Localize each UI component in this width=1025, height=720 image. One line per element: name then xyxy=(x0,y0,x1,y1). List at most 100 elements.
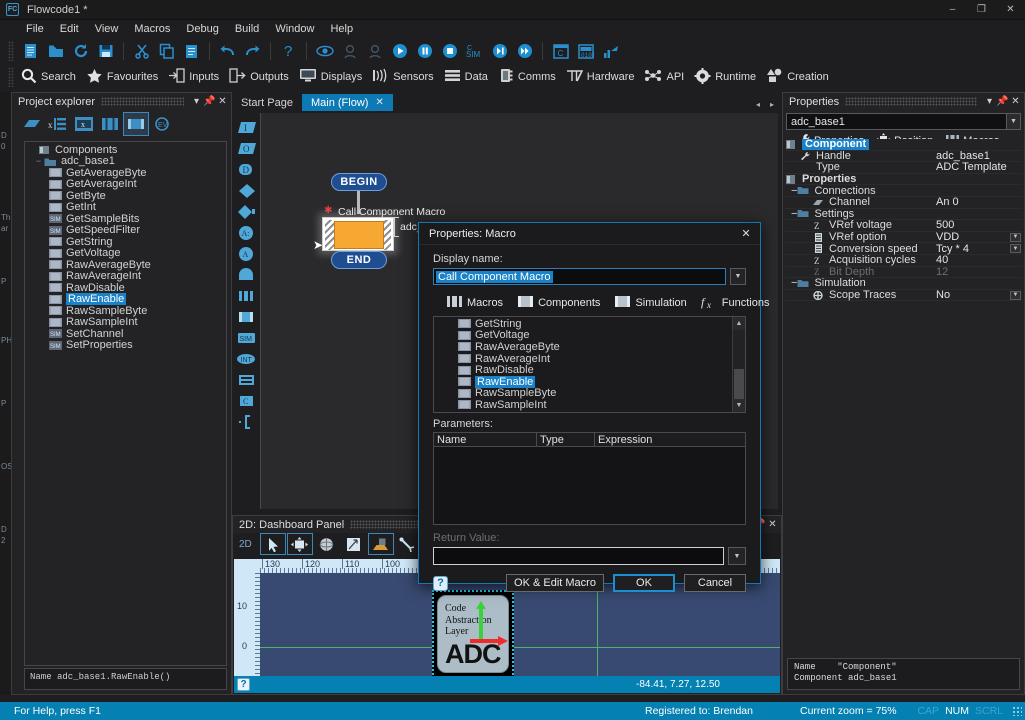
select-cursor-icon[interactable] xyxy=(261,534,285,554)
property-row-vref-option[interactable]: VRef option VDD ▼ xyxy=(785,232,1022,244)
run-play-icon[interactable] xyxy=(387,39,412,63)
tree-item-macro[interactable]: SIMGetSampleBits xyxy=(27,213,226,225)
decision-block-icon[interactable] xyxy=(235,180,259,201)
display-name-field[interactable]: Call Component Macro ▼ xyxy=(433,268,746,285)
menu-item-build[interactable]: Build xyxy=(227,21,267,37)
dialog-tab-simulation[interactable]: Simulation xyxy=(609,293,691,313)
api-button[interactable]: API xyxy=(641,65,691,89)
macro-list-scrollbar[interactable]: ▲ ▼ xyxy=(732,317,745,412)
help-question-icon[interactable]: ? xyxy=(237,678,250,691)
tree-item-macro[interactable]: GetVoltage xyxy=(27,248,226,260)
tree-item-macro[interactable]: SIMSetChannel xyxy=(27,328,226,340)
compile-c-icon[interactable]: C xyxy=(548,39,573,63)
macro-list-item[interactable]: RawDisable xyxy=(436,364,731,376)
panel-drag-dots[interactable] xyxy=(101,97,184,106)
toolbar-grip[interactable] xyxy=(8,41,14,61)
input-block-icon[interactable]: I xyxy=(235,117,259,138)
comment-block-icon[interactable] xyxy=(235,369,259,390)
chevron-down-icon[interactable]: ▼ xyxy=(1010,244,1021,253)
delay-block-icon[interactable]: D xyxy=(235,159,259,180)
tab-next-button[interactable]: ▸ xyxy=(766,97,778,111)
ghost-step-into-icon[interactable] xyxy=(337,39,362,63)
c-code-block-icon[interactable]: C xyxy=(235,390,259,411)
ok-button[interactable]: OK xyxy=(613,574,675,592)
chevron-down-icon[interactable]: ▼ xyxy=(1010,233,1021,242)
tree-item-macro[interactable]: RawSampleInt xyxy=(27,317,226,329)
pause-icon[interactable] xyxy=(412,39,437,63)
macro-list-item-selected[interactable]: RawEnable xyxy=(436,376,731,388)
macro-list-item[interactable]: GetVoltage xyxy=(436,330,731,342)
panel-tool-components-icon[interactable] xyxy=(124,113,148,135)
tree-item-macro[interactable]: SIMGetSpeedFilter xyxy=(27,225,226,237)
chevron-down-icon[interactable]: ▼ xyxy=(1010,291,1021,300)
tree-item-macro[interactable]: GetByte xyxy=(27,190,226,202)
tab-main-flow[interactable]: Main (Flow) ✕ xyxy=(302,94,393,111)
minimize-button[interactable]: – xyxy=(938,0,967,20)
breakpoint-marker-icon[interactable]: ✱ xyxy=(324,205,332,216)
resize-grip[interactable] xyxy=(1012,706,1022,716)
tree-item-macro-rawenable[interactable]: RawEnable xyxy=(27,294,226,306)
move-object-icon[interactable] xyxy=(288,534,312,554)
tree-item-macro[interactable]: SIMSetProperties xyxy=(27,340,226,352)
macro-list-item[interactable]: RawAverageByte xyxy=(436,341,731,353)
tree-item-macro[interactable]: GetAverageInt xyxy=(27,179,226,191)
step-over-icon[interactable] xyxy=(512,39,537,63)
dialog-tab-components[interactable]: Components xyxy=(512,293,605,313)
column-header-name[interactable]: Name xyxy=(434,433,537,446)
cut-icon[interactable] xyxy=(129,39,154,63)
property-row-scope-traces[interactable]: Scope Traces No ▼ xyxy=(785,290,1022,302)
chevron-down-icon[interactable]: ▼ xyxy=(728,547,746,565)
toolbar-grip[interactable] xyxy=(8,67,14,87)
connection-block-icon[interactable] xyxy=(235,411,259,432)
project-tree[interactable]: Components − adc_base1 GetAverageByte Ge… xyxy=(24,141,227,666)
panel-drag-dots[interactable] xyxy=(845,97,977,106)
outputs-button[interactable]: Outputs xyxy=(226,65,296,89)
panel-tool-constants-icon[interactable]: x xyxy=(72,113,96,135)
output-block-icon[interactable]: O xyxy=(235,138,259,159)
return-value-input[interactable] xyxy=(433,547,724,565)
pin-icon[interactable]: 📌 xyxy=(203,94,216,109)
close-icon[interactable]: ✕ xyxy=(766,517,779,532)
menu-item-macros[interactable]: Macros xyxy=(126,21,178,37)
tree-item-components[interactable]: Components xyxy=(27,144,226,156)
macro-list-item[interactable]: RawAverageInt xyxy=(436,353,731,365)
panel-tool-macros-icon[interactable] xyxy=(98,113,122,135)
maximize-button[interactable]: ❐ xyxy=(967,0,996,20)
tree-item-adc-base1[interactable]: − adc_base1 xyxy=(27,156,226,168)
help-question-icon[interactable]: ? xyxy=(276,39,301,63)
property-row-acquisition-cycles[interactable]: ZAcquisition cycles 40 xyxy=(785,255,1022,267)
connection-point-icon[interactable] xyxy=(235,201,259,222)
menu-item-window[interactable]: Window xyxy=(267,21,322,37)
simulation-block-icon[interactable]: SIM xyxy=(235,327,259,348)
menu-item-edit[interactable]: Edit xyxy=(52,21,87,37)
hardware-button[interactable]: Hardware xyxy=(563,65,642,89)
string-block-icon[interactable]: A: xyxy=(235,222,259,243)
paste-icon[interactable] xyxy=(179,39,204,63)
scroll-up-button[interactable]: ▲ xyxy=(733,317,745,330)
pin-icon[interactable]: 📌 xyxy=(996,94,1009,109)
flowchart-macro-block[interactable] xyxy=(322,217,394,251)
return-value-field[interactable]: ▼ xyxy=(433,547,746,565)
parameters-table[interactable]: Name Type Expression xyxy=(433,432,746,525)
tab-start-page[interactable]: Start Page xyxy=(232,94,302,111)
property-category-component[interactable]: Component xyxy=(785,139,1022,151)
menu-item-file[interactable]: File xyxy=(18,21,52,37)
chart-export-icon[interactable] xyxy=(598,39,623,63)
scale-icon[interactable] xyxy=(342,534,366,554)
column-header-expression[interactable]: Expression xyxy=(595,433,745,446)
close-icon[interactable]: ✕ xyxy=(216,94,229,109)
eye-visibility-icon[interactable] xyxy=(312,39,337,63)
property-category-properties[interactable]: Properties xyxy=(785,174,1022,186)
creation-button[interactable]: Creation xyxy=(763,65,836,89)
menu-item-help[interactable]: Help xyxy=(322,21,361,37)
displays-button[interactable]: Displays xyxy=(296,65,370,89)
column-header-type[interactable]: Type xyxy=(537,433,595,446)
tree-twisty-collapse[interactable]: − xyxy=(33,156,44,166)
object-selector-input[interactable] xyxy=(786,113,1007,130)
favourites-button[interactable]: Favourites xyxy=(83,65,165,89)
save-icon[interactable] xyxy=(93,39,118,63)
comms-button[interactable]: Comms xyxy=(495,65,563,89)
tab-close-icon[interactable]: ✕ xyxy=(375,97,383,108)
open-folder-icon[interactable] xyxy=(43,39,68,63)
rotate-sphere-icon[interactable] xyxy=(315,534,339,554)
